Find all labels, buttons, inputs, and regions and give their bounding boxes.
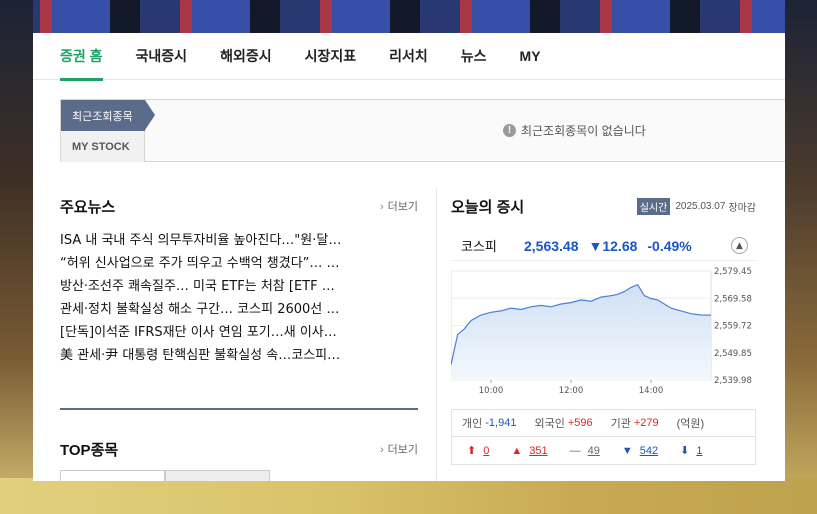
upper-limit-count[interactable]: ⬆ 0 bbox=[467, 444, 490, 458]
unit-label: (억원) bbox=[676, 418, 705, 430]
individual-label: 개인 bbox=[462, 418, 483, 430]
kospi-row[interactable]: 코스피 2,563.48 ▼12.68 -0.49% ▲ bbox=[451, 231, 756, 261]
flat-count[interactable]: — 49 bbox=[570, 445, 600, 457]
rise-count[interactable]: ▲ 351 bbox=[511, 445, 547, 457]
news-item[interactable]: 美 관세·尹 대통령 탄핵심판 불확실성 속…코스피… bbox=[60, 344, 412, 367]
top-stocks-section: TOP종목 더보기 bbox=[60, 436, 418, 462]
lower-limit-count[interactable]: ⬇ 1 bbox=[680, 444, 703, 458]
news-more-link[interactable]: 더보기 bbox=[380, 198, 418, 214]
top-stocks-tab-2[interactable] bbox=[165, 470, 270, 481]
news-item[interactable]: 관세·정치 불확실성 해소 구간… 코스피 2600선 … bbox=[60, 298, 412, 321]
flat-number: 49 bbox=[587, 444, 600, 457]
market-date: 2025.03.07 bbox=[675, 200, 726, 212]
chart-x-tick-label: 12:00 bbox=[559, 386, 584, 396]
nav-item-securities-home[interactable]: 증권 홈 bbox=[60, 33, 103, 81]
rise-number: 351 bbox=[529, 444, 548, 457]
chart-y-tick-label: 2,579.45 bbox=[714, 267, 752, 277]
kospi-intraday-chart: 2,579.45 2,569.58 2,559.72 2,549.85 2,539.98… bbox=[451, 267, 752, 396]
recent-empty-text: 최근조회종목이 없습니다 bbox=[521, 124, 646, 138]
lower-limit-icon: ⬇ bbox=[680, 445, 690, 457]
recent-stocks-box: 최근조회종목 MY STOCK ! 최근조회종목이 없습니다 bbox=[60, 99, 785, 162]
chart-y-tick-label: 2,559.72 bbox=[714, 322, 752, 332]
upper-limit-number: 0 bbox=[483, 444, 490, 457]
chart-y-tick-label: 2,539.98 bbox=[714, 376, 752, 386]
news-item[interactable]: [단독]이석준 IFRS재단 이사 연임 포기…새 이사… bbox=[60, 321, 412, 344]
main-news-section: 주요뉴스 더보기 ISA 내 국내 주식 의무투자비율 높아진다…"원·달… “… bbox=[60, 193, 418, 367]
institution-value: +279 bbox=[633, 417, 659, 429]
chart-x-tick-label: 10:00 bbox=[479, 386, 504, 396]
top-stocks-tabs bbox=[60, 470, 270, 481]
institution-label: 기관 bbox=[610, 418, 631, 430]
chart-y-tick-label: 2,569.58 bbox=[714, 294, 752, 304]
info-icon: ! bbox=[503, 124, 516, 137]
news-list: ISA 내 국내 주식 의무투자비율 높아진다…"원·달… “허위 신사업으로 … bbox=[60, 229, 418, 367]
rise-icon: ▲ bbox=[511, 444, 523, 457]
index-name: 코스피 bbox=[461, 240, 497, 255]
chart-y-tick-label: 2,549.85 bbox=[714, 349, 752, 359]
top-stocks-title: TOP종목 bbox=[60, 441, 119, 459]
news-title: 주요뉴스 bbox=[60, 198, 116, 216]
news-divider bbox=[60, 408, 418, 410]
fall-count[interactable]: ▼ 542 bbox=[622, 445, 658, 457]
investor-summary: 개인 -1,941 외국인 +596 기관 +279 (억원) ⬆ 0 ▲ 351 … bbox=[451, 409, 756, 465]
news-item[interactable]: “허위 신사업으로 주가 띄우고 수백억 챙겼다”… … bbox=[60, 252, 412, 275]
nav-item-my[interactable]: MY bbox=[520, 33, 541, 80]
today-market-section: 오늘의 증시 실시간 2025.03.07 장마감 코스피 2,563.48 ▼… bbox=[451, 193, 756, 465]
flat-icon: — bbox=[569, 444, 581, 457]
nav-item-news[interactable]: 뉴스 bbox=[461, 33, 487, 80]
chevron-up-icon[interactable]: ▲ bbox=[731, 237, 748, 254]
index-change-pct: -0.49% bbox=[647, 237, 692, 254]
individual-value: -1,941 bbox=[485, 417, 517, 429]
upper-limit-icon: ⬆ bbox=[467, 445, 477, 457]
lower-limit-number: 1 bbox=[696, 444, 703, 457]
news-item[interactable]: 방산·조선주 쾌속질주… 미국 ETF는 처참 [ETF … bbox=[60, 275, 412, 298]
stock-home-page: 증권 홈 국내증시 해외증시 시장지표 리서치 뉴스 MY 최근조회종목 MY … bbox=[33, 33, 785, 481]
index-change: ▼12.68 bbox=[588, 237, 638, 254]
chart-x-tick-label: 14:00 bbox=[639, 386, 664, 396]
news-item[interactable]: ISA 내 국내 주식 의무투자비율 높아진다…"원·달… bbox=[60, 229, 412, 252]
background-left bbox=[0, 0, 33, 514]
realtime-badge: 실시간 bbox=[636, 197, 671, 215]
fall-number: 542 bbox=[639, 444, 659, 457]
market-title: 오늘의 증시 bbox=[451, 198, 525, 216]
nav-item-research[interactable]: 리서치 bbox=[389, 33, 428, 80]
background-bottom bbox=[0, 478, 817, 514]
nav-item-overseas[interactable]: 해외증시 bbox=[220, 33, 272, 80]
background-right bbox=[785, 0, 817, 514]
top-stocks-tab-1[interactable] bbox=[60, 470, 165, 481]
tab-recent-stocks[interactable]: 최근조회종목 bbox=[61, 100, 155, 131]
nav-item-market-indicators[interactable]: 시장지표 bbox=[305, 33, 357, 80]
foreign-value: +596 bbox=[567, 417, 593, 429]
tab-my-stock[interactable]: MY STOCK bbox=[61, 131, 145, 162]
market-status: 장마감 bbox=[728, 202, 756, 214]
nav-item-domestic[interactable]: 국내증시 bbox=[136, 33, 188, 80]
index-value: 2,563.48 bbox=[524, 237, 579, 254]
main-nav: 증권 홈 국내증시 해외증시 시장지표 리서치 뉴스 MY bbox=[33, 33, 785, 81]
recent-empty-message: ! 최근조회종목이 없습니다 bbox=[503, 122, 646, 139]
column-divider bbox=[436, 188, 437, 481]
foreign-label: 외국인 bbox=[534, 418, 565, 430]
top-stocks-more-link[interactable]: 더보기 bbox=[380, 441, 418, 457]
fall-icon: ▼ bbox=[621, 444, 633, 457]
